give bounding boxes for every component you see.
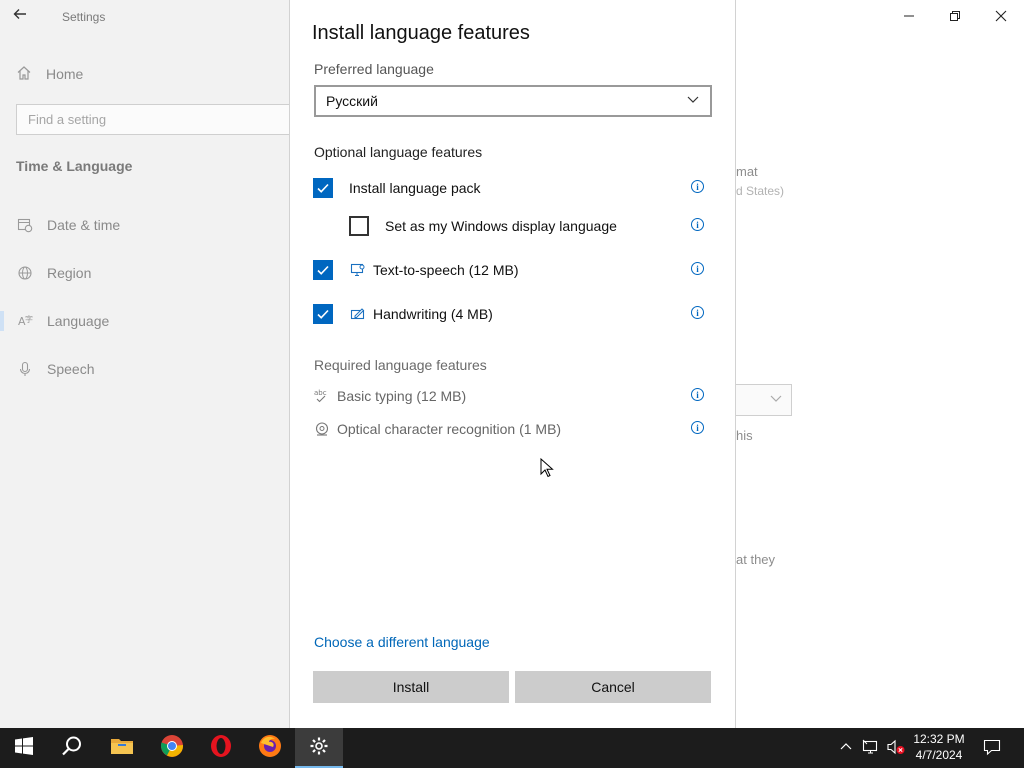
taskbar: 12:32 PM 4/7/2024 (0, 728, 1024, 768)
taskbar-chrome[interactable] (148, 728, 196, 768)
info-icon[interactable]: i (691, 388, 704, 401)
sidebar-item-label: Region (47, 265, 92, 281)
ocr-feature: Optical character recognition (1 MB) (313, 418, 561, 440)
notification-icon (983, 738, 1001, 759)
chevron-down-icon (769, 391, 783, 408)
basic-typing-icon: abc (313, 388, 331, 404)
globe-icon (16, 265, 33, 281)
bg-format-text: mat (736, 164, 758, 179)
mouse-cursor-icon (540, 457, 554, 483)
taskbar-search-button[interactable] (48, 728, 96, 768)
sidebar-item-label: Date & time (47, 217, 121, 233)
minimize-button[interactable] (898, 6, 920, 26)
action-center-button[interactable] (978, 728, 1006, 768)
handwriting-label: Handwriting (4 MB) (373, 306, 493, 322)
back-arrow-icon[interactable] (12, 6, 36, 26)
install-language-pack-option[interactable]: Install language pack (313, 177, 481, 199)
install-language-dialog: Install language features Preferred lang… (289, 0, 736, 728)
sidebar-item-label: Home (46, 66, 84, 82)
preferred-language-label: Preferred language (314, 61, 434, 77)
network-icon (862, 739, 880, 758)
install-language-pack-label: Install language pack (349, 180, 481, 196)
basic-typing-label: Basic typing (12 MB) (337, 388, 467, 404)
cancel-button[interactable]: Cancel (515, 671, 711, 703)
taskbar-settings[interactable] (295, 728, 343, 768)
sidebar-item-home[interactable]: Home (16, 64, 83, 84)
clock-time: 12:32 PM (913, 732, 965, 746)
display-language-label: Set as my Windows display language (385, 218, 617, 234)
bg-region-text: d States) (736, 184, 785, 198)
chevron-up-icon (840, 741, 852, 756)
ocr-icon (313, 421, 331, 437)
volume-tray-button[interactable] (884, 728, 908, 768)
text-to-speech-option[interactable]: Text-to-speech (12 MB) (313, 259, 519, 281)
text-to-speech-label: Text-to-speech (12 MB) (373, 262, 519, 278)
display-language-option[interactable]: Set as my Windows display language (349, 215, 617, 237)
handwriting-icon (349, 306, 367, 322)
active-indicator (0, 311, 4, 331)
calendar-clock-icon (16, 217, 33, 233)
info-icon[interactable]: i (691, 306, 704, 319)
basic-typing-feature: abc Basic typing (12 MB) (313, 385, 466, 407)
display-language-checkbox[interactable] (349, 216, 369, 236)
svg-text:字: 字 (25, 314, 33, 324)
optional-features-heading: Optional language features (314, 144, 483, 160)
sidebar-item-label: Speech (47, 361, 95, 377)
section-title: Time & Language (16, 158, 133, 174)
svg-text:abc: abc (314, 389, 327, 397)
home-icon (16, 65, 32, 84)
install-button[interactable]: Install (313, 671, 509, 703)
info-icon[interactable]: i (691, 421, 704, 434)
info-icon[interactable]: i (691, 180, 704, 193)
preferred-language-value: Русский (326, 93, 378, 109)
bg-this-text: his (736, 428, 753, 443)
info-icon[interactable]: i (691, 262, 704, 275)
close-window-button[interactable] (990, 6, 1012, 26)
taskbar-clock[interactable]: 12:32 PM 4/7/2024 (906, 731, 972, 765)
info-icon[interactable]: i (691, 218, 704, 231)
windows-logo-icon (15, 736, 33, 760)
sidebar-item-region[interactable]: Region (16, 263, 91, 283)
network-tray-button[interactable] (860, 728, 882, 768)
bg-dropdown[interactable] (734, 384, 792, 416)
opera-icon (209, 734, 233, 763)
handwriting-option[interactable]: Handwriting (4 MB) (313, 303, 493, 325)
sidebar-item-date-time[interactable]: Date & time (16, 215, 120, 235)
text-to-speech-icon (349, 262, 367, 278)
dialog-title: Install language features (312, 22, 530, 44)
start-button[interactable] (0, 728, 48, 768)
install-language-pack-checkbox[interactable] (313, 178, 333, 198)
chevron-down-icon (686, 92, 700, 109)
window-title: Settings (62, 10, 106, 24)
required-features-heading: Required language features (314, 357, 487, 373)
sidebar-item-label: Language (47, 313, 110, 329)
handwriting-checkbox[interactable] (313, 304, 333, 324)
search-icon (61, 735, 83, 762)
ocr-label: Optical character recognition (1 MB) (337, 421, 562, 437)
restore-button[interactable] (944, 6, 966, 26)
choose-different-language-link[interactable]: Choose a different language (314, 634, 490, 650)
search-input[interactable]: Find a setting (16, 104, 294, 135)
microphone-icon (16, 361, 33, 377)
search-placeholder: Find a setting (28, 112, 107, 127)
sidebar-item-language[interactable]: A字 Language (16, 311, 110, 331)
preferred-language-select[interactable]: Русский (314, 85, 712, 117)
bg-they-text: at they (736, 552, 776, 567)
sidebar-item-speech[interactable]: Speech (16, 359, 94, 379)
firefox-icon (258, 734, 282, 763)
clock-date: 4/7/2024 (915, 748, 963, 762)
show-hidden-icons-button[interactable] (836, 728, 856, 768)
chrome-icon (160, 734, 184, 763)
taskbar-opera[interactable] (197, 728, 245, 768)
volume-muted-icon (886, 739, 906, 758)
taskbar-firefox[interactable] (246, 728, 294, 768)
language-icon: A字 (16, 313, 33, 329)
settings-sidebar: Settings Home Find a setting Time & Lang… (0, 0, 294, 728)
settings-icon (309, 736, 329, 761)
taskbar-file-explorer[interactable] (98, 728, 146, 768)
text-to-speech-checkbox[interactable] (313, 260, 333, 280)
file-explorer-icon (110, 736, 134, 761)
